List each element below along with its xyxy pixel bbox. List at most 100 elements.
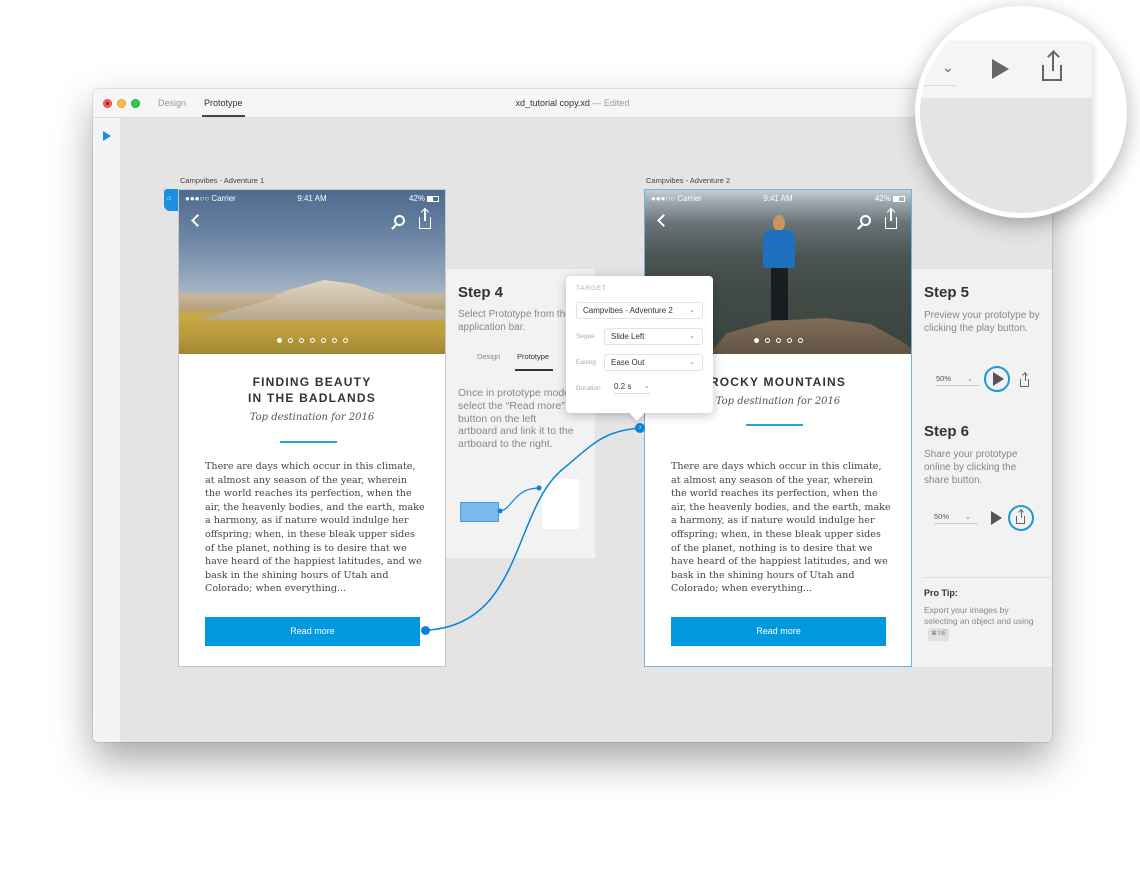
hiker-legs xyxy=(771,268,788,320)
back-icon[interactable] xyxy=(657,214,670,227)
read-more-button[interactable]: Read more xyxy=(671,617,886,646)
title-bar: Design Prototype xd_tutorial copy.xd — E… xyxy=(93,89,1052,118)
share-icon xyxy=(1016,510,1025,524)
carousel-dot[interactable] xyxy=(320,338,326,343)
carousel-dot[interactable] xyxy=(764,338,770,343)
search-icon[interactable] xyxy=(394,215,405,226)
chevron-down-icon: ⌄ xyxy=(689,333,695,340)
magnified-toolbar: ⌄ xyxy=(920,43,1092,98)
segue-select[interactable]: Slide Left ⌄ xyxy=(604,328,703,345)
share-icon[interactable] xyxy=(885,209,897,229)
magnifier-content: ⌄ xyxy=(920,11,1122,213)
pro-tip-text: Export your images by selecting an objec… xyxy=(924,605,1034,626)
hiker-head xyxy=(773,215,785,231)
document-title: xd_tutorial copy.xd — Edited xyxy=(93,98,1052,108)
home-artboard-marker[interactable]: ⌂ xyxy=(164,189,178,211)
hiker-jacket xyxy=(763,230,795,268)
chevron-down-icon: ⌄ xyxy=(965,514,971,521)
battery-percent: 42% xyxy=(874,194,891,203)
carousel-dot[interactable] xyxy=(276,338,282,343)
rock-outcrop xyxy=(705,318,911,354)
search-icon[interactable] xyxy=(860,215,871,226)
keyboard-shortcut: ⌘⇧E xyxy=(928,628,950,641)
step-4-body: Once in prototype mode, select the “Read… xyxy=(458,387,574,451)
mini-tab-prototype: Prototype xyxy=(517,352,550,361)
link-source-handle[interactable] xyxy=(421,626,430,635)
pro-tip-divider xyxy=(922,577,1052,578)
carousel-dot[interactable] xyxy=(753,338,759,343)
easing-select[interactable]: Ease Out ⌄ xyxy=(604,354,703,371)
battery-icon xyxy=(893,195,905,202)
play-icon xyxy=(991,511,1002,525)
zoom-underline xyxy=(920,85,957,86)
status-bar: ●●●○○ Carrier 9:41 AM 42% xyxy=(179,190,445,206)
easing-value: Ease Out xyxy=(611,358,645,367)
target-select[interactable]: Campvibes - Adventure 2 ⌄ xyxy=(576,302,703,319)
back-icon[interactable] xyxy=(191,214,204,227)
document-filename: xd_tutorial copy.xd xyxy=(515,98,590,108)
prototype-link-popover: TARGET Campvibes - Adventure 2 ⌄ Segue Sl… xyxy=(566,276,713,413)
status-time: 9:41 AM xyxy=(763,194,793,203)
pro-tip-body: Export your images by selecting an objec… xyxy=(924,605,1044,641)
carousel-dot[interactable] xyxy=(331,338,337,343)
play-icon[interactable] xyxy=(992,59,1009,79)
carousel-dot[interactable] xyxy=(287,338,293,343)
play-icon xyxy=(993,372,1004,386)
steps-5-6-panel: Step 5 Preview your prototype by clickin… xyxy=(912,269,1052,667)
carousel-dot[interactable] xyxy=(342,338,348,343)
step-4-heading: Step 4 xyxy=(458,284,504,301)
zoom-select-step6: 50% ⌄ xyxy=(934,512,978,524)
duration-value: 0.2 s xyxy=(614,382,632,391)
artboard-adventure-2[interactable]: ●●●○○ Carrier 9:41 AM 42% ROCKY MOUNTAIN… xyxy=(644,189,912,667)
step-6-body: Share your prototype online by clicking … xyxy=(924,449,1018,486)
battery-status: 42% xyxy=(409,194,439,203)
document-status: — Edited xyxy=(592,98,630,108)
magnifier-callout: ⌄ xyxy=(915,6,1127,218)
artboard-label-2[interactable]: Campvibes - Adventure 2 xyxy=(646,176,730,185)
chevron-down-icon: ⌄ xyxy=(644,383,650,390)
status-bar: ●●●○○ Carrier 9:41 AM 42% xyxy=(645,190,911,206)
magnified-window: ⌄ xyxy=(920,43,1092,213)
article-body: There are days which occur in this clima… xyxy=(671,461,891,595)
duration-select[interactable]: 0.2 s ⌄ xyxy=(614,382,650,394)
article-title-line-1: FINDING BEAUTY xyxy=(252,375,372,389)
title-divider xyxy=(280,441,337,443)
article-title-line-2: IN THE BADLANDS xyxy=(248,391,376,405)
carousel-dot[interactable] xyxy=(298,338,304,343)
select-tool-icon[interactable] xyxy=(103,131,111,141)
mountain-shape xyxy=(199,280,445,320)
mini-artboard-illustration xyxy=(542,479,579,529)
artboard-label-1[interactable]: Campvibes - Adventure 1 xyxy=(180,176,264,185)
home-icon: ⌂ xyxy=(167,195,172,202)
tool-bar: X813 Y799 xyxy=(93,118,121,742)
chevron-down-icon: ⌄ xyxy=(689,307,695,314)
easing-label: Easing xyxy=(576,359,596,366)
carousel-dot[interactable] xyxy=(775,338,781,343)
hero-image-badlands: ●●●○○ Carrier 9:41 AM 42% xyxy=(179,190,445,354)
artboard-adventure-1[interactable]: ●●●○○ Carrier 9:41 AM 42% FINDING BEAUTY… xyxy=(178,189,446,667)
link-target-handle[interactable]: › xyxy=(635,423,645,433)
article-title: FINDING BEAUTY IN THE BADLANDS xyxy=(179,374,445,406)
step-5-body: Preview your prototype by clicking the p… xyxy=(924,310,1040,334)
xd-app-window: Design Prototype xd_tutorial copy.xd — E… xyxy=(93,89,1052,742)
carousel-dot[interactable] xyxy=(797,338,803,343)
target-value: Campvibes - Adventure 2 xyxy=(583,306,673,315)
carousel-dot[interactable] xyxy=(786,338,792,343)
step-5-heading: Step 5 xyxy=(924,284,970,301)
read-more-button[interactable]: Read more xyxy=(205,617,420,646)
share-icon[interactable] xyxy=(1042,51,1062,81)
zoom-value: 50% xyxy=(934,512,950,521)
carousel-dot[interactable] xyxy=(309,338,315,343)
share-icon[interactable] xyxy=(419,209,431,229)
target-section-label: TARGET xyxy=(576,285,607,292)
chevron-down-icon[interactable]: ⌄ xyxy=(942,59,954,76)
zoom-select-step5: 50% ⌄ xyxy=(936,374,980,386)
chevron-down-icon: ⌄ xyxy=(689,359,695,366)
share-icon xyxy=(1020,373,1029,387)
zoom-value: 50% xyxy=(936,374,952,383)
step-6-heading: Step 6 xyxy=(924,423,970,440)
mini-tab-underline xyxy=(515,369,553,371)
chevron-down-icon: ⌄ xyxy=(967,376,973,383)
segue-value: Slide Left xyxy=(611,332,645,341)
mini-button-illustration xyxy=(460,502,499,522)
